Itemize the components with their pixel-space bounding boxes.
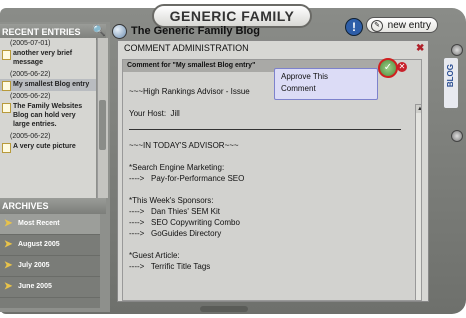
document-icon: [2, 50, 11, 60]
entry-date: (2005-06-22): [10, 93, 51, 100]
comment-scrollbar[interactable]: ▲ ▼: [415, 104, 421, 300]
new-entry-button[interactable]: ✎ new entry: [366, 17, 438, 33]
scrollbar-thumb[interactable]: [99, 100, 106, 150]
document-icon: [2, 81, 11, 91]
knob-icon[interactable]: [451, 44, 463, 56]
folder-arrow-icon: ➤: [4, 239, 13, 250]
list-item[interactable]: A very cute picture: [0, 141, 96, 153]
blog-side-tab[interactable]: BLOG: [444, 58, 458, 108]
divider: [129, 129, 401, 130]
approve-tooltip: Approve This Comment: [274, 68, 378, 100]
blog-title: The Generic Family Blog: [110, 22, 366, 40]
list-item[interactable]: My smallest Blog entry: [0, 79, 96, 91]
globe-icon: [112, 23, 127, 39]
left-panel: RECENT ENTRIES 🔍 (2005-07-01) another ve…: [0, 22, 110, 312]
comment-admin-panel: COMMENT ADMINISTRATION ✖ Comment for "My…: [117, 40, 429, 302]
close-icon[interactable]: ✖: [416, 43, 424, 54]
archive-item[interactable]: ➤ Most Recent: [0, 214, 100, 235]
info-icon[interactable]: !: [345, 18, 363, 36]
delete-comment-button[interactable]: ✕: [397, 62, 407, 72]
entry-date: (2005-06-22): [10, 71, 51, 78]
archive-item[interactable]: ➤ August 2005: [0, 235, 100, 256]
document-icon: [2, 103, 11, 113]
search-icon[interactable]: 🔍: [92, 24, 106, 37]
entry-date: (2005-06-22): [10, 133, 51, 140]
scroll-up-arrow-icon[interactable]: ▲: [416, 105, 421, 113]
pencil-icon: ✎: [371, 20, 383, 32]
resize-handle[interactable]: [200, 306, 248, 312]
approve-comment-button[interactable]: ✓: [378, 58, 398, 78]
list-item[interactable]: The Family Websites Blog can hold very l…: [0, 101, 96, 131]
admin-title: COMMENT ADMINISTRATION: [124, 43, 249, 53]
recent-entries-list: (2005-07-01) another very brief message …: [0, 38, 96, 198]
folder-arrow-icon: ➤: [4, 260, 13, 271]
archives-list: ➤ Most Recent ➤ August 2005 ➤ July 2005 …: [0, 214, 100, 308]
folder-arrow-icon: ➤: [4, 218, 13, 229]
comment-body: ~~~High Rankings Advisor - Issue Your Ho…: [129, 86, 409, 272]
entries-scrollbar[interactable]: [97, 38, 108, 198]
knob-icon[interactable]: [451, 130, 463, 142]
archives-heading: ARCHIVES: [0, 198, 106, 214]
entry-date: (2005-07-01): [10, 40, 51, 47]
folder-arrow-icon: ➤: [4, 281, 13, 292]
archive-item[interactable]: ➤ June 2005: [0, 277, 100, 298]
list-item[interactable]: another very brief message: [0, 48, 96, 69]
archive-item[interactable]: ➤ July 2005: [0, 256, 100, 277]
document-icon: [2, 143, 11, 153]
